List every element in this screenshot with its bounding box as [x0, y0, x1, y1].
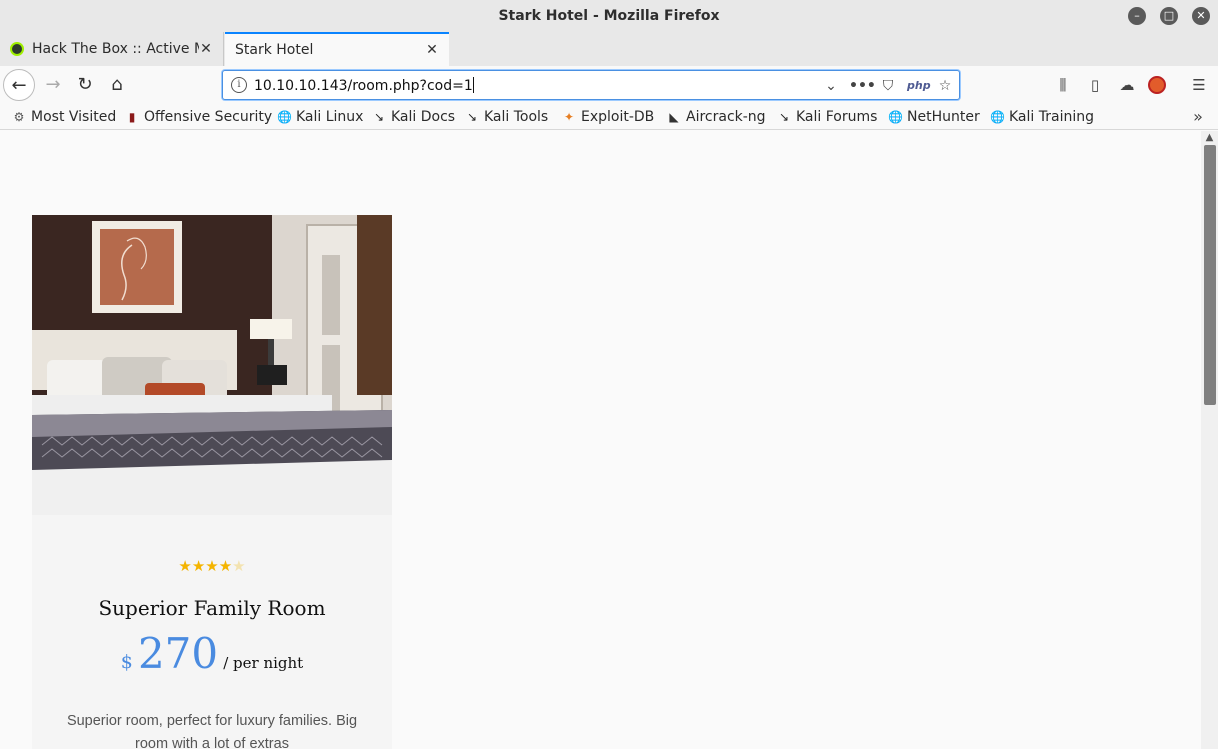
php-icon[interactable]: php [907, 76, 931, 96]
page-scrollbar[interactable]: ▲ [1201, 131, 1218, 749]
bookmark-kali-linux[interactable]: 🌐 Kali Linux [277, 107, 363, 127]
bookmarks-overflow-button[interactable]: » [1188, 107, 1208, 127]
back-button[interactable]: ← [3, 69, 35, 101]
forward-button[interactable]: → [37, 69, 69, 101]
close-tab-icon[interactable]: ✕ [199, 41, 213, 57]
addon-icon[interactable] [1148, 76, 1166, 94]
bookmark-nethunter[interactable]: 🌐 NetHunter [888, 107, 980, 127]
reload-button[interactable]: ↻ [69, 69, 101, 101]
star-icon: ★ [191, 557, 206, 575]
globe-icon: 🌐 [990, 110, 1005, 124]
bookmark-label: Aircrack-ng [686, 109, 766, 125]
globe-icon: 🌐 [888, 110, 903, 124]
star-icon: ★ [178, 557, 192, 575]
room-photo [32, 215, 392, 515]
window-controls: – □ ✕ [1128, 7, 1210, 25]
gear-icon: ⚙ [13, 110, 25, 124]
window-titlebar: Stark Hotel - Mozilla Firefox – □ ✕ [0, 0, 1218, 32]
chevron-down-icon[interactable]: ⌄ [823, 76, 839, 96]
minimize-button[interactable]: – [1128, 7, 1146, 25]
bookmark-exploit-db[interactable]: ✦ Exploit-DB [562, 107, 654, 127]
bookmark-most-visited[interactable]: ⚙ Most Visited [12, 107, 117, 127]
url-text: 10.10.10.143/room.php?cod=1 [254, 78, 473, 94]
price-currency: $ [120, 651, 133, 673]
info-icon[interactable]: i [231, 77, 247, 93]
hamburger-menu-icon[interactable]: ☰ [1188, 74, 1210, 96]
star-icon: ★ [205, 557, 219, 575]
text-caret [472, 77, 474, 93]
close-window-button[interactable]: ✕ [1192, 7, 1210, 25]
bookmark-label: NetHunter [907, 109, 980, 125]
url-bar[interactable]: i 10.10.10.143/room.php?cod=1 ⌄ ••• ⛉ ph… [222, 70, 960, 100]
bookmark-label: Kali Linux [296, 109, 364, 125]
maximize-button[interactable]: □ [1160, 7, 1178, 25]
room-card: ★★★★★ Superior Family Room $ 270 / per n… [32, 215, 392, 749]
library-icon[interactable]: ⫼ [1052, 74, 1074, 96]
bookmark-label: Most Visited [31, 109, 117, 125]
kali-icon: ↘ [466, 110, 478, 124]
aircrack-icon: ◣ [669, 110, 679, 124]
star-empty-icon: ★ [232, 557, 246, 575]
scroll-up-icon[interactable]: ▲ [1201, 131, 1218, 145]
bookmark-label: Kali Docs [391, 109, 456, 125]
scrollbar-thumb[interactable] [1204, 145, 1216, 405]
bookmark-kali-docs[interactable]: ↘ Kali Docs [372, 107, 455, 127]
url-input[interactable]: 10.10.10.143/room.php?cod=1 [254, 77, 474, 94]
bookmark-kali-forums[interactable]: ↘ Kali Forums [777, 107, 877, 127]
sync-icon[interactable]: ☁ [1116, 74, 1138, 96]
star-icon: ★ [218, 557, 233, 575]
kali-icon: ↘ [778, 110, 790, 124]
window-title: Stark Hotel - Mozilla Firefox [498, 8, 720, 24]
room-description: Superior room, perfect for luxury famili… [66, 713, 358, 749]
pocket-icon[interactable]: ⛉ [879, 76, 897, 96]
price-period: / per night [223, 654, 304, 672]
bookmark-label: Kali Training [1009, 109, 1094, 125]
bookmarks-toolbar: ⚙ Most Visited ▮ Offensive Security 🌐 Ka… [0, 104, 1218, 130]
more-actions-icon[interactable]: ••• [849, 76, 876, 96]
offsec-icon: ▮ [128, 110, 136, 124]
tab-stark-hotel[interactable]: Stark Hotel ✕ [225, 32, 449, 66]
bookmark-star-icon[interactable]: ☆ [935, 76, 955, 96]
bookmark-label: Kali Forums [796, 109, 878, 125]
sidebar-icon[interactable]: ▯ [1084, 74, 1106, 96]
bookmark-label: Offensive Security [144, 109, 273, 125]
navigation-toolbar: ← → ↻ ⌂ i 10.10.10.143/room.php?cod=1 ⌄ … [0, 66, 1218, 104]
home-button[interactable]: ⌂ [101, 69, 133, 101]
price-amount: 270 [137, 629, 219, 678]
bookmark-kali-tools[interactable]: ↘ Kali Tools [465, 107, 548, 127]
room-name: Superior Family Room [98, 596, 326, 620]
room-rating: ★★★★★ [32, 557, 392, 575]
bookmark-label: Kali Tools [484, 109, 549, 125]
close-tab-icon[interactable]: ✕ [425, 42, 439, 58]
bookmark-offensive-security[interactable]: ▮ Offensive Security [125, 107, 273, 127]
bookmark-kali-training[interactable]: 🌐 Kali Training [990, 107, 1094, 127]
bookmark-aircrack-ng[interactable]: ◣ Aircrack-ng [667, 107, 766, 127]
toolbar-right: ⫼ ▯ ☁ ☰ [1052, 74, 1212, 96]
kali-icon: ↘ [373, 110, 385, 124]
tab-hackthebox[interactable]: Hack The Box :: Active Ma ✕ [0, 32, 224, 66]
globe-icon: 🌐 [277, 110, 292, 124]
room-price: $ 270 / per night [32, 629, 392, 678]
page-content: ★★★★★ Superior Family Room $ 270 / per n… [0, 131, 1200, 749]
bookmark-label: Exploit-DB [581, 109, 655, 125]
tab-label: Hack The Box :: Active Ma [32, 41, 199, 57]
tab-strip: Hack The Box :: Active Ma ✕ Stark Hotel … [0, 32, 1218, 90]
exploitdb-icon: ✦ [563, 110, 575, 124]
tab-label: Stark Hotel [235, 42, 314, 58]
hackthebox-icon [10, 42, 24, 56]
